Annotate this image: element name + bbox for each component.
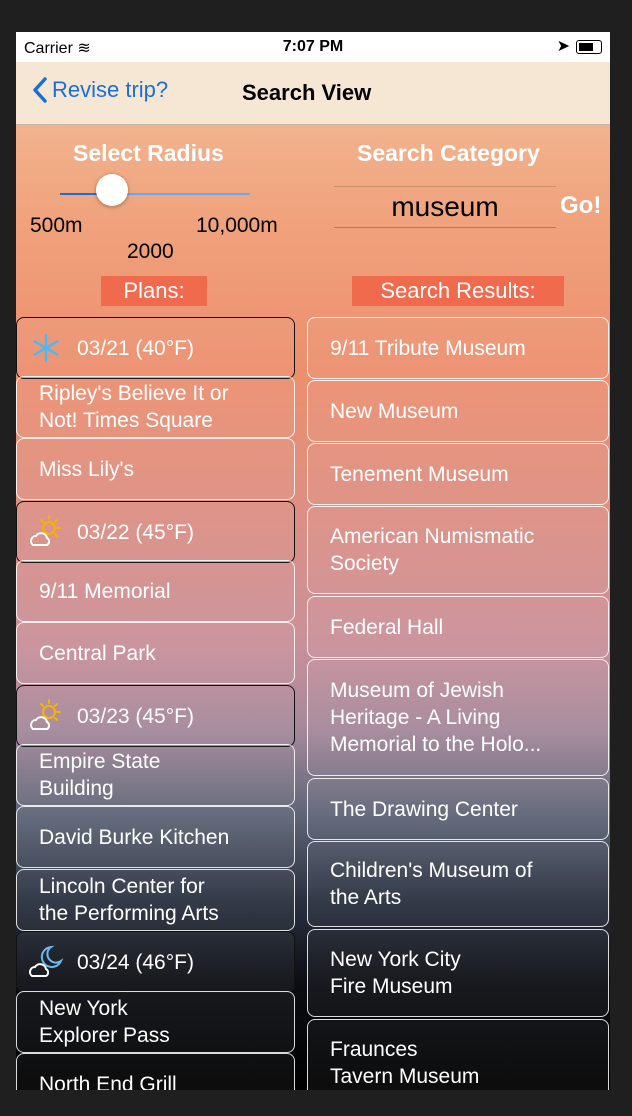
radius-slider[interactable] (60, 193, 250, 195)
search-result-label: Children's Museum of the Arts (330, 859, 533, 909)
search-result-item[interactable]: Federal Hall (307, 596, 609, 658)
partly-sunny-icon (29, 699, 63, 733)
radius-max-label: 10,000m (196, 214, 278, 237)
category-title: Search Category (357, 140, 540, 166)
location-arrow-icon: ➤ (556, 38, 570, 55)
plan-item-label: David Burke Kitchen (39, 825, 230, 849)
navigation-bar: Revise trip? Search View (16, 62, 610, 125)
search-result-label: Museum of Jewish Heritage - A Living Mem… (330, 679, 542, 756)
search-result-item[interactable]: Children's Museum of the Arts (307, 841, 609, 927)
back-button-label: Revise trip? (52, 77, 169, 102)
day-header-row[interactable]: 03/24 (46°F) (16, 931, 295, 993)
search-result-label: The Drawing Center (330, 797, 518, 821)
search-result-item[interactable]: Fraunces Tavern Museum (307, 1019, 609, 1090)
plan-item-label: Lincoln Center for the Performing Arts (39, 875, 219, 925)
radius-slider-thumb[interactable] (96, 174, 128, 206)
day-header-row[interactable]: 03/21 (40°F) (16, 317, 295, 379)
day-header-label: 03/24 (46°F) (77, 950, 194, 974)
chevron-left-icon (33, 77, 47, 103)
plan-item[interactable]: 9/11 Memorial (16, 560, 295, 622)
page-title: Search View (242, 80, 372, 105)
plan-item[interactable]: Ripley's Believe It or Not! Times Square (16, 376, 295, 438)
go-button[interactable]: Go! (560, 192, 601, 220)
search-result-label: New Museum (330, 399, 459, 423)
radius-min-label: 500m (30, 214, 83, 237)
plan-item[interactable]: North End Grill (16, 1053, 295, 1090)
search-result-item[interactable]: The Drawing Center (307, 778, 609, 840)
plan-item-label: Ripley's Believe It or Not! Times Square (39, 382, 229, 432)
plan-item-label: New York Explorer Pass (39, 997, 170, 1047)
search-result-label: American Numismatic Society (330, 525, 535, 575)
plan-item[interactable]: New York Explorer Pass (16, 991, 295, 1053)
search-result-label: Federal Hall (330, 615, 444, 639)
day-header-label: 03/23 (45°F) (77, 704, 194, 728)
day-header-row[interactable]: 03/22 (45°F) (16, 501, 295, 563)
search-result-label: 9/11 Tribute Museum (330, 336, 526, 360)
search-results-label: Search Results: (352, 276, 564, 306)
battery-icon (576, 40, 602, 54)
plans-label: Plans: (101, 276, 207, 306)
app-screen: Carrier ≋ 7:07 PM ➤ Revise trip? Search … (16, 32, 610, 1090)
plan-item-label: 9/11 Memorial (39, 579, 171, 603)
status-bar: Carrier ≋ 7:07 PM ➤ (16, 32, 610, 62)
search-result-item[interactable]: American Numismatic Society (307, 506, 609, 594)
search-result-label: Tenement Museum (330, 462, 509, 486)
radius-value-label: 2000 (127, 240, 174, 263)
status-time: 7:07 PM (282, 38, 344, 55)
cloudy-night-icon (29, 945, 64, 979)
snowflake-icon (29, 331, 63, 365)
day-header-label: 03/21 (40°F) (77, 336, 194, 360)
plan-item[interactable]: Lincoln Center for the Performing Arts (16, 869, 295, 931)
search-result-item[interactable]: New York City Fire Museum (307, 929, 609, 1017)
search-result-item[interactable]: Museum of Jewish Heritage - A Living Mem… (307, 659, 609, 776)
plan-item[interactable]: Central Park (16, 622, 295, 684)
plan-item-label: Miss Lily's (39, 457, 135, 481)
plan-item-label: Central Park (39, 641, 156, 665)
plan-item-label: Empire State Building (39, 750, 161, 800)
back-button[interactable]: Revise trip? (32, 76, 168, 104)
plan-item[interactable]: David Burke Kitchen (16, 806, 295, 868)
category-search-input[interactable]: museum (334, 186, 556, 228)
partly-sunny-icon (29, 515, 63, 549)
plan-item[interactable]: Miss Lily's (16, 438, 295, 500)
plan-item-label: North End Grill (39, 1072, 177, 1091)
day-header-label: 03/22 (45°F) (77, 520, 194, 544)
search-result-item[interactable]: 9/11 Tribute Museum (307, 317, 609, 379)
search-result-item[interactable]: Tenement Museum (307, 443, 609, 505)
radius-title: Select Radius (73, 140, 224, 166)
day-header-row[interactable]: 03/23 (45°F) (16, 685, 295, 747)
plan-item[interactable]: Empire State Building (16, 744, 295, 806)
search-result-label: New York City Fire Museum (330, 948, 461, 998)
search-result-label: Fraunces Tavern Museum (330, 1038, 480, 1088)
search-result-item[interactable]: New Museum (307, 380, 609, 442)
